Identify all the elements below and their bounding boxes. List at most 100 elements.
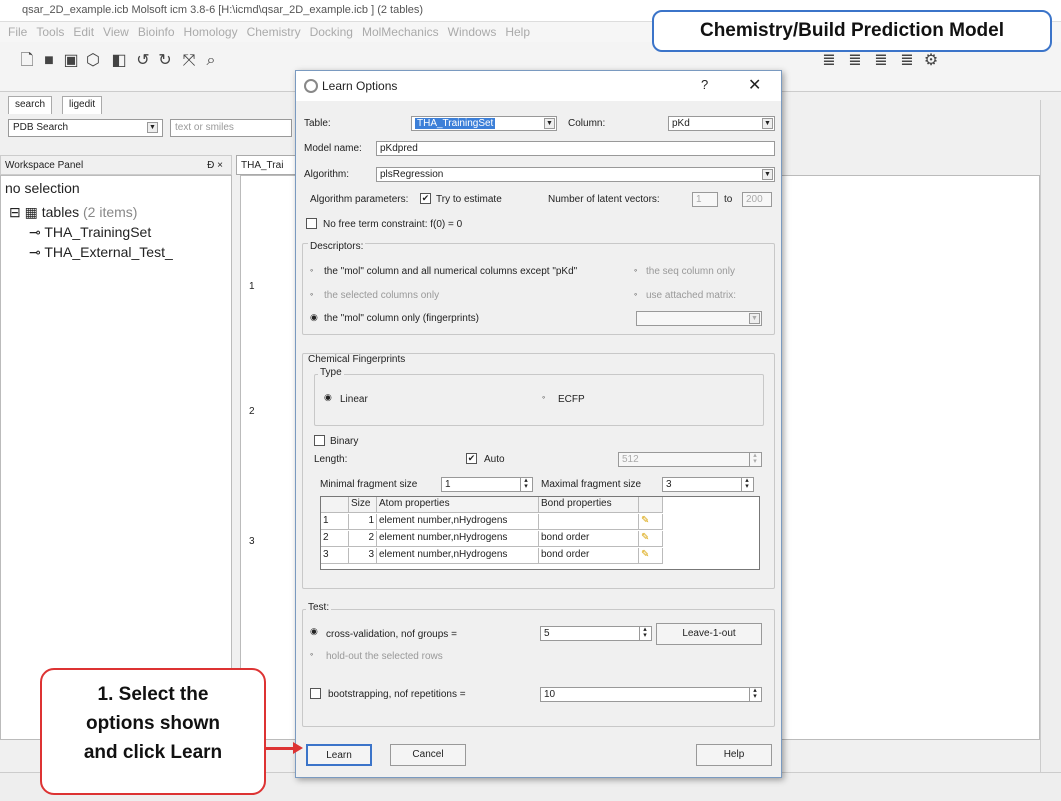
min-frag-input[interactable]: 1 ▴ ▾ (441, 477, 533, 492)
column-label: Column: (568, 118, 606, 129)
desc-radio-fingerprints[interactable]: ◉ (310, 313, 319, 322)
test-title: Test: (306, 602, 332, 613)
pencil-icon[interactable]: ✎ (639, 514, 663, 530)
tree-item-external-test[interactable]: ⊸ THA_External_Test_ (29, 244, 173, 261)
auto-label: Auto (484, 454, 505, 465)
menu-item[interactable]: Homology (184, 25, 238, 39)
cv-groups-input[interactable]: 5 ▴ ▾ (540, 626, 652, 641)
undo-icon[interactable]: ↺ (134, 52, 152, 70)
bootstrap-checkbox[interactable] (310, 688, 321, 699)
model-name-input[interactable]: pKdpred (376, 141, 775, 156)
desc-radio-matrix[interactable]: ◦ (634, 290, 643, 299)
fp-row-atom[interactable]: element number,nHydrogens (377, 548, 539, 564)
fp-row-atom[interactable]: element number,nHydrogens (377, 531, 539, 547)
menu-item[interactable]: MolMechanics (362, 25, 439, 39)
copy-icon[interactable]: ◧ (110, 52, 128, 70)
chem-fp-title: Chemical Fingerprints (306, 354, 408, 365)
pencil-icon[interactable]: ✎ (639, 548, 663, 564)
matrix-select[interactable]: ▼ (636, 311, 762, 326)
fp-row-size[interactable]: 2 (349, 531, 377, 547)
latent-from-input[interactable]: 1 (692, 192, 718, 207)
table-select[interactable]: THA_TrainingSet ▼ (411, 116, 557, 131)
algorithm-select[interactable]: plsRegression ▼ (376, 167, 775, 182)
tab-ligedit[interactable]: ligedit (62, 96, 103, 114)
zoom-icon[interactable]: ⌕ (202, 52, 220, 70)
max-frag-input[interactable]: 3 ▴ ▾ (662, 477, 754, 492)
open-icon[interactable]: ■ (40, 52, 58, 70)
structure-panel[interactable] (780, 175, 1040, 740)
help-icon[interactable]: ? (701, 77, 708, 92)
save-icon[interactable]: ▣ (62, 52, 80, 70)
desc-radio-selected[interactable]: ◦ (310, 290, 319, 299)
pencil-icon[interactable]: ✎ (639, 531, 663, 547)
menu-item[interactable]: Bioinfo (138, 25, 175, 39)
help-button[interactable]: Help (696, 744, 772, 766)
desc-option-selected: the selected columns only (324, 290, 440, 301)
callout-instruction: 1. Select the options shown and click Le… (40, 668, 266, 795)
menu-item[interactable]: Windows (448, 25, 497, 39)
fp-row-index: 2 (321, 531, 349, 547)
right-tool-strip (1040, 100, 1061, 780)
desc-radio-mol-all[interactable]: ◦ (310, 266, 319, 275)
fp-row-index: 3 (321, 548, 349, 564)
type-radio-ecfp[interactable]: ◦ (542, 393, 551, 402)
close-icon[interactable]: ✕ (748, 75, 761, 95)
binary-label: Binary (330, 436, 359, 447)
menu-item[interactable]: Help (505, 25, 530, 39)
length-input[interactable]: 512 ▴ ▾ (618, 452, 762, 467)
move-icon[interactable]: ⤧ (180, 52, 198, 70)
latent-to-input[interactable]: 200 (742, 192, 772, 207)
document-tab[interactable]: THA_Trai (236, 155, 296, 175)
dialog-titlebar: Learn Options ? ✕ (296, 71, 781, 101)
try-estimate-label: Try to estimate (436, 194, 502, 205)
fp-row-bond[interactable] (539, 514, 639, 530)
cv-radio[interactable]: ◉ (310, 627, 319, 636)
distribute-icon[interactable]: ≣ (898, 52, 916, 70)
menu-item[interactable]: Tools (36, 25, 64, 39)
menu-item[interactable]: Docking (310, 25, 353, 39)
cancel-button[interactable]: Cancel (390, 744, 466, 766)
latent-vectors-label: Number of latent vectors: (548, 194, 660, 205)
menu-item[interactable]: Chemistry (247, 25, 301, 39)
fp-header-bond: Bond properties (539, 497, 639, 513)
fp-row-bond[interactable]: bond order (539, 548, 639, 564)
learn-button[interactable]: Learn (306, 744, 372, 766)
menu-item[interactable]: Edit (73, 25, 94, 39)
menu-item[interactable]: View (103, 25, 129, 39)
fp-row-size[interactable]: 1 (349, 514, 377, 530)
settings-icon[interactable]: ⚙ (922, 52, 940, 70)
smiles-input[interactable]: text or smiles (170, 119, 292, 137)
fp-row-size[interactable]: 3 (349, 548, 377, 564)
tree-item-trainingset[interactable]: ⊸ THA_TrainingSet (29, 224, 151, 241)
table-label: Table: (304, 118, 331, 129)
fp-row-atom[interactable]: element number,nHydrogens (377, 514, 539, 530)
fp-header-index (321, 497, 349, 513)
search-source-select[interactable]: PDB Search ▼ (8, 119, 163, 137)
workspace-controls[interactable]: Ɖ × (207, 160, 223, 171)
desc-radio-seq[interactable]: ◦ (634, 266, 643, 275)
auto-checkbox[interactable]: ✔ (466, 453, 477, 464)
binary-checkbox[interactable] (314, 435, 325, 446)
no-free-term-checkbox[interactable] (306, 218, 317, 229)
tab-search[interactable]: search (8, 96, 53, 114)
align-right-icon[interactable]: ≣ (872, 52, 890, 70)
new-file-icon[interactable]: 🗋 (18, 52, 36, 70)
align-left-icon[interactable]: ≣ (820, 52, 838, 70)
leave-1-out-button[interactable]: Leave-1-out (656, 623, 762, 645)
redo-icon[interactable]: ↻ (156, 52, 174, 70)
try-estimate-checkbox[interactable]: ✔ (420, 193, 431, 204)
molecule-icon[interactable]: ⬡ (84, 52, 102, 70)
fp-row-bond[interactable]: bond order (539, 531, 639, 547)
callout-line: 1. Select the (97, 684, 209, 705)
bootstrap-reps-input[interactable]: 10 ▴ ▾ (540, 687, 762, 702)
type-radio-linear[interactable]: ◉ (324, 393, 333, 402)
holdout-label: hold-out the selected rows (326, 651, 443, 662)
model-name-label: Model name: (304, 143, 362, 154)
holdout-radio[interactable]: ◦ (310, 650, 319, 659)
tree-tables[interactable]: ⊟ ▦ tables (2 items) (9, 204, 137, 221)
table-view[interactable]: 1 2 3 (240, 175, 300, 740)
align-center-icon[interactable]: ≣ (846, 52, 864, 70)
menu-item[interactable]: File (8, 25, 27, 39)
workspace-header: Workspace Panel Ɖ × (0, 155, 232, 175)
column-select[interactable]: pKd ▼ (668, 116, 775, 131)
